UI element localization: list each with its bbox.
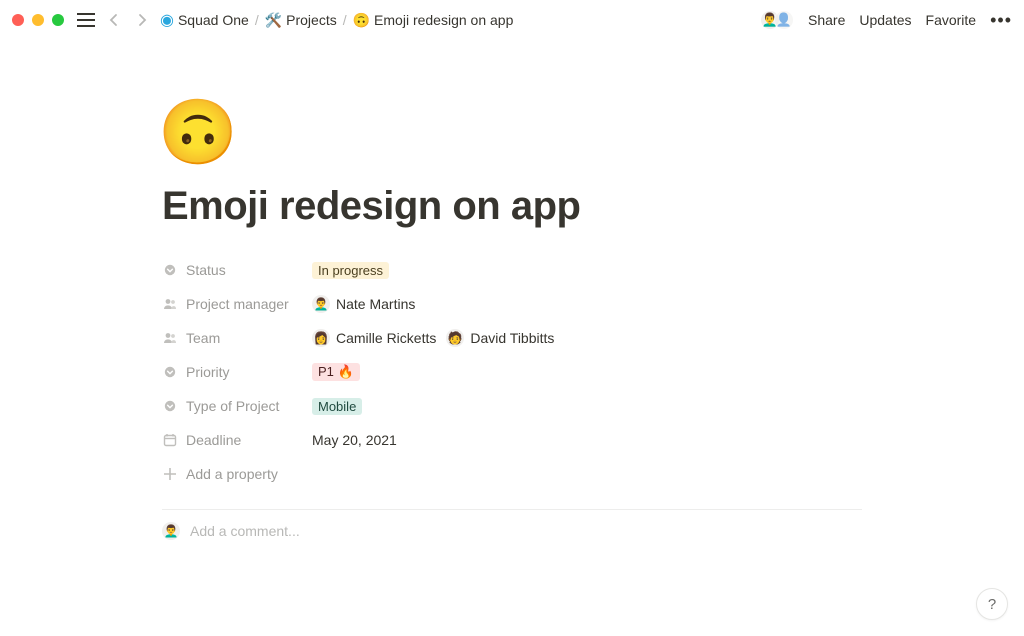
presence-avatars[interactable]: 👨‍🦱 👤 [760, 10, 794, 30]
comment-input[interactable] [190, 523, 862, 539]
add-property-button[interactable]: Add a property [162, 457, 862, 491]
property-text: May 20, 2021 [312, 432, 397, 448]
property-row: Type of Project Mobile [162, 389, 862, 423]
property-type-icon [162, 262, 178, 278]
property-type-icon [162, 398, 178, 414]
window-zoom[interactable] [52, 14, 64, 26]
projects-icon: 🛠️ [265, 12, 282, 29]
tag: In progress [312, 262, 389, 279]
comment-row: 👨‍🦱 [162, 510, 862, 552]
page-title[interactable]: Emoji redesign on app [162, 184, 862, 229]
person-name: Nate Martins [336, 296, 415, 312]
property-label-text: Type of Project [186, 398, 279, 414]
property-value[interactable]: In progress [312, 262, 862, 279]
property-label[interactable]: Project manager [162, 296, 312, 312]
property-label-text: Deadline [186, 432, 241, 448]
favorite-button[interactable]: Favorite [926, 12, 977, 28]
person: 👩 Camille Ricketts [312, 329, 436, 347]
page-icon[interactable]: 🙃 [158, 100, 862, 164]
property-label[interactable]: Type of Project [162, 398, 312, 414]
property-value[interactable]: May 20, 2021 [312, 432, 862, 448]
window-minimize[interactable] [32, 14, 44, 26]
property-value[interactable]: 👨‍🦱 Nate Martins [312, 295, 862, 313]
tag: Mobile [312, 398, 362, 415]
property-row: Priority P1 🔥 [162, 355, 862, 389]
topbar-right: 👨‍🦱 👤 Share Updates Favorite ••• [760, 10, 1012, 31]
page-content: 🙃 Emoji redesign on app StatusIn progres… [162, 40, 862, 552]
topbar: ◉ Squad One / 🛠️ Projects / 🙃 Emoji rede… [0, 0, 1024, 40]
property-label[interactable]: Deadline [162, 432, 312, 448]
add-property-label: Add a property [186, 466, 278, 482]
property-label[interactable]: Team [162, 330, 312, 346]
property-label-text: Project manager [186, 296, 289, 312]
breadcrumb-item-projects[interactable]: 🛠️ Projects [265, 12, 337, 29]
help-button[interactable]: ? [976, 588, 1008, 620]
workspace-icon: ◉ [160, 10, 174, 30]
nav-back[interactable] [104, 10, 124, 30]
property-row: Project manager 👨‍🦱 Nate Martins [162, 287, 862, 321]
property-label-text: Team [186, 330, 220, 346]
avatar: 👨‍🦱 [312, 295, 330, 313]
breadcrumb-label: Projects [286, 12, 337, 28]
share-button[interactable]: Share [808, 12, 845, 28]
property-value[interactable]: Mobile [312, 398, 862, 415]
property-type-icon [162, 330, 178, 346]
window-controls [12, 14, 64, 26]
breadcrumb-sep: / [343, 12, 347, 28]
tag: P1 🔥 [312, 363, 360, 381]
property-type-icon [162, 296, 178, 312]
breadcrumb-item-current[interactable]: 🙃 Emoji redesign on app [353, 12, 514, 29]
person: 🧑 David Tibbitts [446, 329, 554, 347]
plus-icon [162, 466, 178, 482]
avatar: 👩 [312, 329, 330, 347]
property-value[interactable]: 👩 Camille Ricketts 🧑 David Tibbitts [312, 329, 862, 347]
person: 👨‍🦱 Nate Martins [312, 295, 415, 313]
property-row: Deadline May 20, 2021 [162, 423, 862, 457]
property-value[interactable]: P1 🔥 [312, 363, 862, 381]
person-name: David Tibbitts [470, 330, 554, 346]
property-list: Status In progress Project manager 👨‍🦱 Nate … [162, 253, 862, 457]
property-type-icon [162, 432, 178, 448]
breadcrumb-label: Squad One [178, 12, 249, 28]
property-label[interactable]: Status [162, 262, 312, 278]
avatar: 👤 [774, 10, 794, 30]
property-label-text: Priority [186, 364, 230, 380]
updates-button[interactable]: Updates [859, 12, 911, 28]
nav-forward[interactable] [132, 10, 152, 30]
property-row: Team 👩 Camille Ricketts 🧑 David Tibbitts [162, 321, 862, 355]
window-close[interactable] [12, 14, 24, 26]
breadcrumb: ◉ Squad One / 🛠️ Projects / 🙃 Emoji rede… [160, 10, 513, 30]
person-name: Camille Ricketts [336, 330, 436, 346]
breadcrumb-label: Emoji redesign on app [374, 12, 513, 28]
property-row: Status In progress [162, 253, 862, 287]
property-label-text: Status [186, 262, 226, 278]
property-type-icon [162, 364, 178, 380]
breadcrumb-item-workspace[interactable]: ◉ Squad One [160, 10, 249, 30]
comment-avatar: 👨‍🦱 [162, 522, 180, 540]
hamburger-icon[interactable] [76, 10, 96, 30]
page-icon-small: 🙃 [353, 12, 370, 29]
breadcrumb-sep: / [255, 12, 259, 28]
property-label[interactable]: Priority [162, 364, 312, 380]
avatar: 🧑 [446, 329, 464, 347]
more-menu-icon[interactable]: ••• [990, 10, 1012, 31]
